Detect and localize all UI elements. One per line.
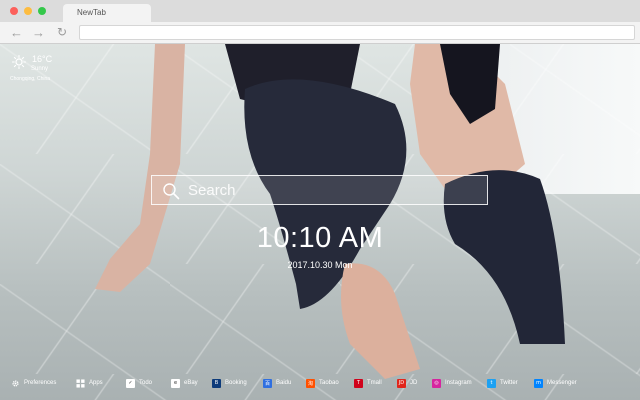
twitter-icon: t <box>487 378 496 388</box>
shortcut-todo[interactable]: ✓ Todo <box>126 377 152 389</box>
sun-icon <box>12 55 26 69</box>
weather-location: Chongqing, China <box>10 76 51 82</box>
shortcut-baidu[interactable]: 百 Baidu <box>263 377 291 389</box>
tab-bar: NewTab <box>0 0 640 22</box>
baidu-icon: 百 <box>263 378 272 388</box>
shortcut-label: Booking <box>225 380 247 386</box>
messenger-icon: m <box>534 378 543 388</box>
maximize-window-button[interactable] <box>38 7 46 15</box>
booking-icon: B <box>212 378 221 388</box>
search-input[interactable] <box>188 179 478 201</box>
weather-condition: Sunny <box>31 66 49 72</box>
shortcut-label: Messenger <box>547 380 577 386</box>
shortcut-twitter[interactable]: t Twitter <box>487 377 518 389</box>
reload-icon[interactable]: ↻ <box>57 25 67 40</box>
grid-icon <box>76 378 85 388</box>
shortcut-ebay[interactable]: e eBay <box>171 377 198 389</box>
instagram-icon: ◎ <box>432 378 441 388</box>
gear-icon <box>12 379 19 387</box>
close-window-button[interactable] <box>10 7 18 15</box>
shortcut-label: Baidu <box>276 380 292 386</box>
check-icon: ✓ <box>126 378 135 388</box>
window-controls <box>10 7 46 15</box>
tab-newtab[interactable]: NewTab <box>63 4 151 22</box>
taobao-icon: 淘 <box>306 378 315 388</box>
back-arrow-icon[interactable]: ← <box>10 25 23 40</box>
shortcut-booking[interactable]: B Booking <box>212 377 247 389</box>
jd-icon: JD <box>397 378 406 388</box>
shortcut-label: Tmall <box>367 380 382 386</box>
preferences-button[interactable]: Preferences <box>11 377 56 389</box>
tab-title: NewTab <box>77 8 106 17</box>
shortcut-label: Instagram <box>445 380 472 386</box>
search-box[interactable] <box>151 175 488 205</box>
clock-time: 10:10 AM <box>256 222 384 254</box>
shortcut-tmall[interactable]: T Tmall <box>354 377 382 389</box>
shortcut-label: JD <box>410 380 418 386</box>
bottom-bar: Preferences Apps ✓ Todo e eBay B Booking 百 Baid… <box>0 374 640 392</box>
apps-button[interactable]: Apps <box>76 377 103 389</box>
browser-toolbar: ← → ↻ <box>0 22 640 44</box>
forward-arrow-icon[interactable]: → <box>32 25 45 40</box>
preferences-label: Preferences <box>24 380 57 386</box>
apps-label: Apps <box>89 380 103 386</box>
shortcut-label: Todo <box>139 380 153 386</box>
shortcut-label: Taobao <box>319 380 339 386</box>
clock-date: 2017.10.30 Mon <box>287 260 353 270</box>
weather-temperature: 16°C <box>32 54 53 64</box>
shortcut-taobao[interactable]: 淘 Taobao <box>306 377 339 389</box>
minimize-window-button[interactable] <box>24 7 32 15</box>
shortcut-jd[interactable]: JD JD <box>397 377 417 389</box>
search-icon[interactable] <box>162 182 180 200</box>
shortcut-label: eBay <box>184 380 198 386</box>
shortcut-label: Twitter <box>500 380 518 386</box>
ebay-icon: e <box>171 378 180 388</box>
address-bar[interactable] <box>79 25 635 40</box>
shortcut-instagram[interactable]: ◎ Instagram <box>432 377 472 389</box>
shortcut-messenger[interactable]: m Messenger <box>534 377 577 389</box>
tmall-icon: T <box>354 378 363 388</box>
